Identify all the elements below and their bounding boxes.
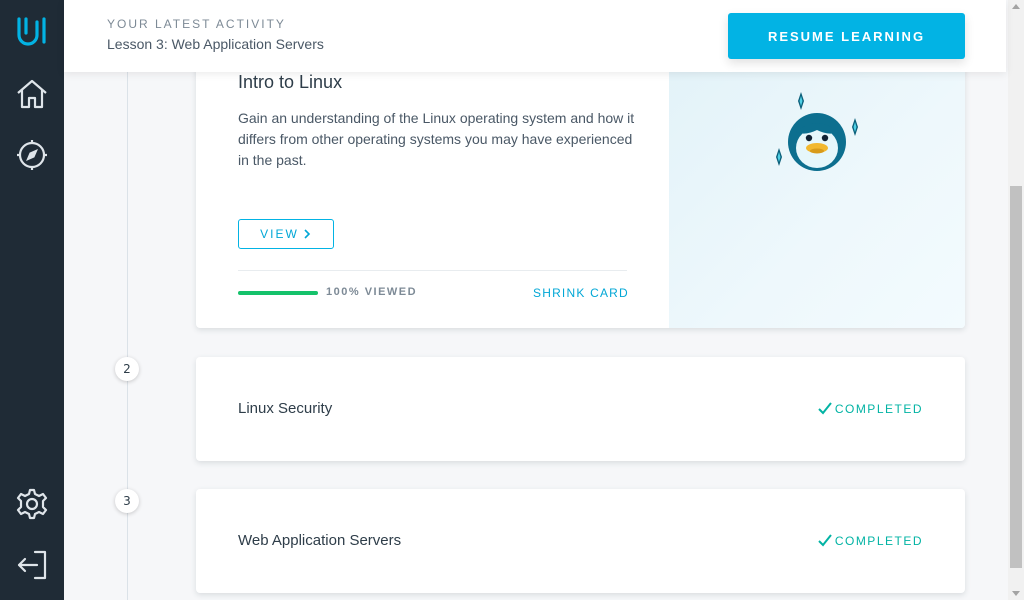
scroll-up-arrow-icon[interactable] xyxy=(1012,4,1020,9)
view-button-label: VIEW xyxy=(260,227,299,241)
lesson-card[interactable]: Web Application Servers COMPLETED xyxy=(196,489,965,593)
udacity-logo-icon[interactable] xyxy=(14,14,50,50)
penguin-icon xyxy=(776,92,858,171)
lesson-number: 3 xyxy=(115,489,139,513)
check-icon xyxy=(818,402,832,415)
resume-learning-button[interactable]: RESUME LEARNING xyxy=(728,13,965,59)
lesson-title: Web Application Servers xyxy=(238,532,402,549)
completed-label: COMPLETED xyxy=(834,534,923,548)
lesson-number: 2 xyxy=(115,357,139,381)
compass-icon[interactable] xyxy=(14,137,50,173)
chevron-right-icon xyxy=(304,229,310,239)
progress-bar xyxy=(238,291,318,295)
scroll-down-arrow-icon[interactable] xyxy=(1012,591,1020,596)
view-button[interactable]: VIEW xyxy=(238,219,334,249)
gear-icon[interactable] xyxy=(14,486,50,522)
completed-status: COMPLETED xyxy=(817,533,923,549)
lesson-card-text: Intro to Linux Gain an understanding of … xyxy=(196,40,669,328)
activity-label: YOUR LATEST ACTIVITY xyxy=(107,17,286,31)
completed-status: COMPLETED xyxy=(817,401,923,417)
latest-activity-header: YOUR LATEST ACTIVITY Lesson 3: Web Appli… xyxy=(64,0,1006,72)
shrink-card-link[interactable]: SHRINK CARD xyxy=(533,286,629,300)
scroll-thumb[interactable] xyxy=(1010,186,1022,568)
home-icon[interactable] xyxy=(14,76,50,112)
sidebar xyxy=(0,0,64,600)
progress-fill xyxy=(238,291,318,295)
lesson-image xyxy=(669,40,965,328)
logout-icon[interactable] xyxy=(14,547,50,583)
lesson-card[interactable]: Linux Security COMPLETED xyxy=(196,357,965,461)
lesson-title: Linux Security xyxy=(238,400,333,417)
completed-label: COMPLETED xyxy=(834,402,923,416)
scrollbar[interactable] xyxy=(1008,0,1024,600)
card-divider xyxy=(238,270,627,271)
lesson-description: Gain an understanding of the Linux opera… xyxy=(238,110,635,168)
activity-lesson[interactable]: Lesson 3: Web Application Servers xyxy=(107,36,324,52)
timeline-line xyxy=(127,72,128,600)
check-icon xyxy=(818,534,832,547)
lesson-title: Intro to Linux xyxy=(238,72,343,92)
lesson-card-current: Intro to Linux Gain an understanding of … xyxy=(196,40,965,328)
progress-text: 100% VIEWED xyxy=(326,286,418,298)
lesson-list: Intro to Linux Gain an understanding of … xyxy=(64,0,1008,600)
